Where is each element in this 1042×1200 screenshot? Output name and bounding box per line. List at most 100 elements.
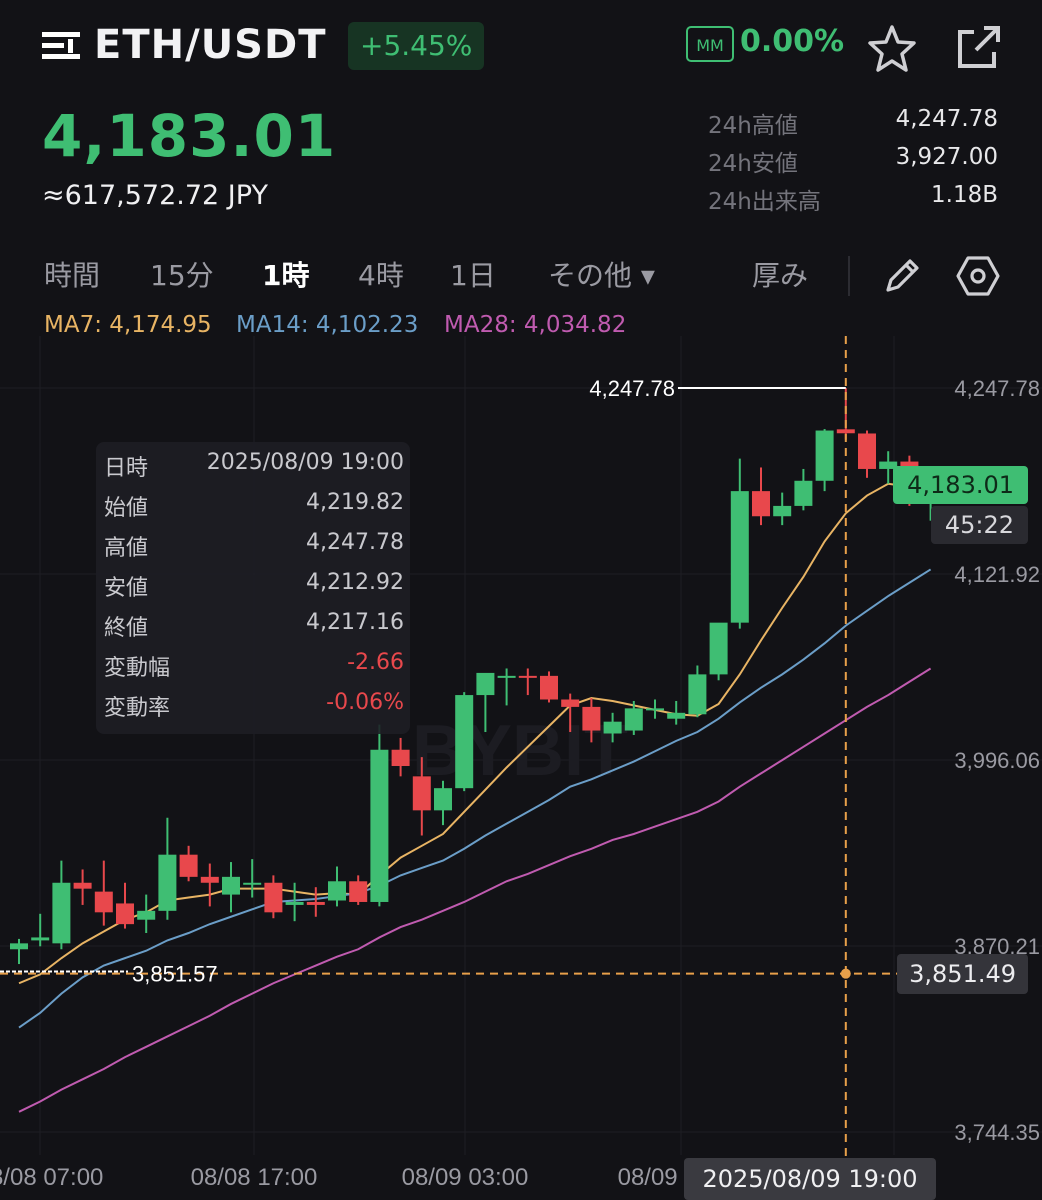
tab-time[interactable]: 時間 [44,254,100,294]
tooltip-value: 2025/08/09 19:00 [206,450,404,475]
tab-1h[interactable]: 1時 [262,254,309,294]
y-tick-label: 4,121.92 [954,562,1040,587]
candle [137,894,156,934]
tooltip-value: -0.06% [326,690,404,715]
y-tick-label: 3,744.35 [954,1120,1040,1145]
stat-label-volume: 24h出来高 [708,189,821,215]
menu-icon[interactable] [42,30,82,62]
stat-value-low: 3,927.00 [895,144,998,170]
candle-body [582,706,601,731]
last-price-tag: 4,183.01 [893,466,1028,504]
tooltip-row: 高値 4,247.78 [104,530,404,570]
candle [518,668,537,696]
candle-body [561,699,580,707]
candle-body [285,901,304,905]
mm-percent: 0.00% [740,24,845,59]
last-price: 4,183.01 [42,102,337,170]
candle-body [794,480,813,506]
candle-body [455,695,474,789]
mm-badge: MM [686,26,734,62]
candle-body [730,491,749,623]
jpy-price: ≈617,572.72 JPY [42,180,268,211]
candle-body [497,675,516,678]
candle [200,863,219,907]
candle [794,468,813,511]
pencil-icon[interactable] [882,254,924,296]
candle-body [391,749,410,767]
candle [94,860,113,926]
candle [730,458,749,629]
x-tick-label: 08/09 03:00 [402,1164,529,1191]
tooltip-row: 変動幅 -2.66 [104,650,404,690]
ohlc-tooltip: 日時 2025/08/09 19:00 始値 4,219.82 高値 4,247.78 安値… [96,442,410,734]
tooltip-value: 4,217.16 [306,610,404,635]
tab-more[interactable]: その他 ▾ [548,254,655,294]
gear-icon[interactable] [956,254,1000,298]
candle-body [603,721,622,734]
tooltip-row: 始値 4,219.82 [104,490,404,530]
candle-body [476,672,495,696]
share-icon[interactable] [954,24,1002,72]
trading-pair[interactable]: ETH/USDT [94,22,326,68]
candle-body [243,882,262,885]
candle [646,699,664,719]
candle [858,430,876,478]
toolbar-divider [848,256,850,296]
candle-body [540,675,558,700]
candle-body [858,433,876,469]
candle-body [137,910,156,920]
candle [52,860,71,950]
tooltip-label: 終値 [104,616,149,641]
tab-4h[interactable]: 4時 [358,254,404,294]
y-tick-label: 4,247.78 [954,376,1040,401]
tooltip-label: 始値 [104,496,149,521]
candle [243,859,262,898]
candle [158,817,177,920]
candle [222,862,240,913]
candle [264,875,283,919]
candle-body [752,491,770,517]
tab-depth[interactable]: 厚み [752,254,808,294]
candle [328,866,346,907]
candle [31,913,50,947]
candle-body [667,712,686,719]
candle-body [328,881,346,901]
ma7-legend: MA7: 4,174.95 [44,312,212,338]
candle [709,622,728,681]
stat-label-high: 24h高値 [708,113,798,139]
candle [455,692,474,792]
candle-body [836,429,855,434]
candle [10,938,28,965]
candle-body [434,788,452,811]
candle-body [370,749,389,902]
candle [179,845,198,882]
tooltip-value: 4,219.82 [306,490,404,515]
candle-body [306,901,325,905]
candle [540,671,558,703]
candle-body [412,776,431,811]
candle-body [200,876,219,883]
candle-body [31,937,50,941]
y-tick-label: 3,996.06 [954,748,1040,773]
star-icon[interactable] [866,24,918,74]
candle-body [179,854,198,877]
tooltip-row: 終値 4,217.16 [104,610,404,650]
candle [688,665,707,718]
tooltip-label: 変動率 [104,696,171,721]
crosshair-point [840,968,851,979]
tab-15m[interactable]: 15分 [150,254,214,294]
tooltip-label: 変動幅 [104,656,171,681]
candle-body [709,622,728,675]
tooltip-label: 日時 [104,456,149,481]
high-price-label: 4,247.78 [589,376,675,401]
tooltip-label: 高値 [104,536,149,561]
candle [285,882,304,922]
candle [73,869,92,905]
candle [116,882,134,929]
tooltip-value: -2.66 [347,650,404,675]
stat-label-low: 24h安値 [708,151,798,177]
candle-body [815,430,834,481]
tab-1d[interactable]: 1日 [450,254,496,294]
countdown-tag: 45:22 [930,506,1028,544]
candle-body [264,882,283,913]
